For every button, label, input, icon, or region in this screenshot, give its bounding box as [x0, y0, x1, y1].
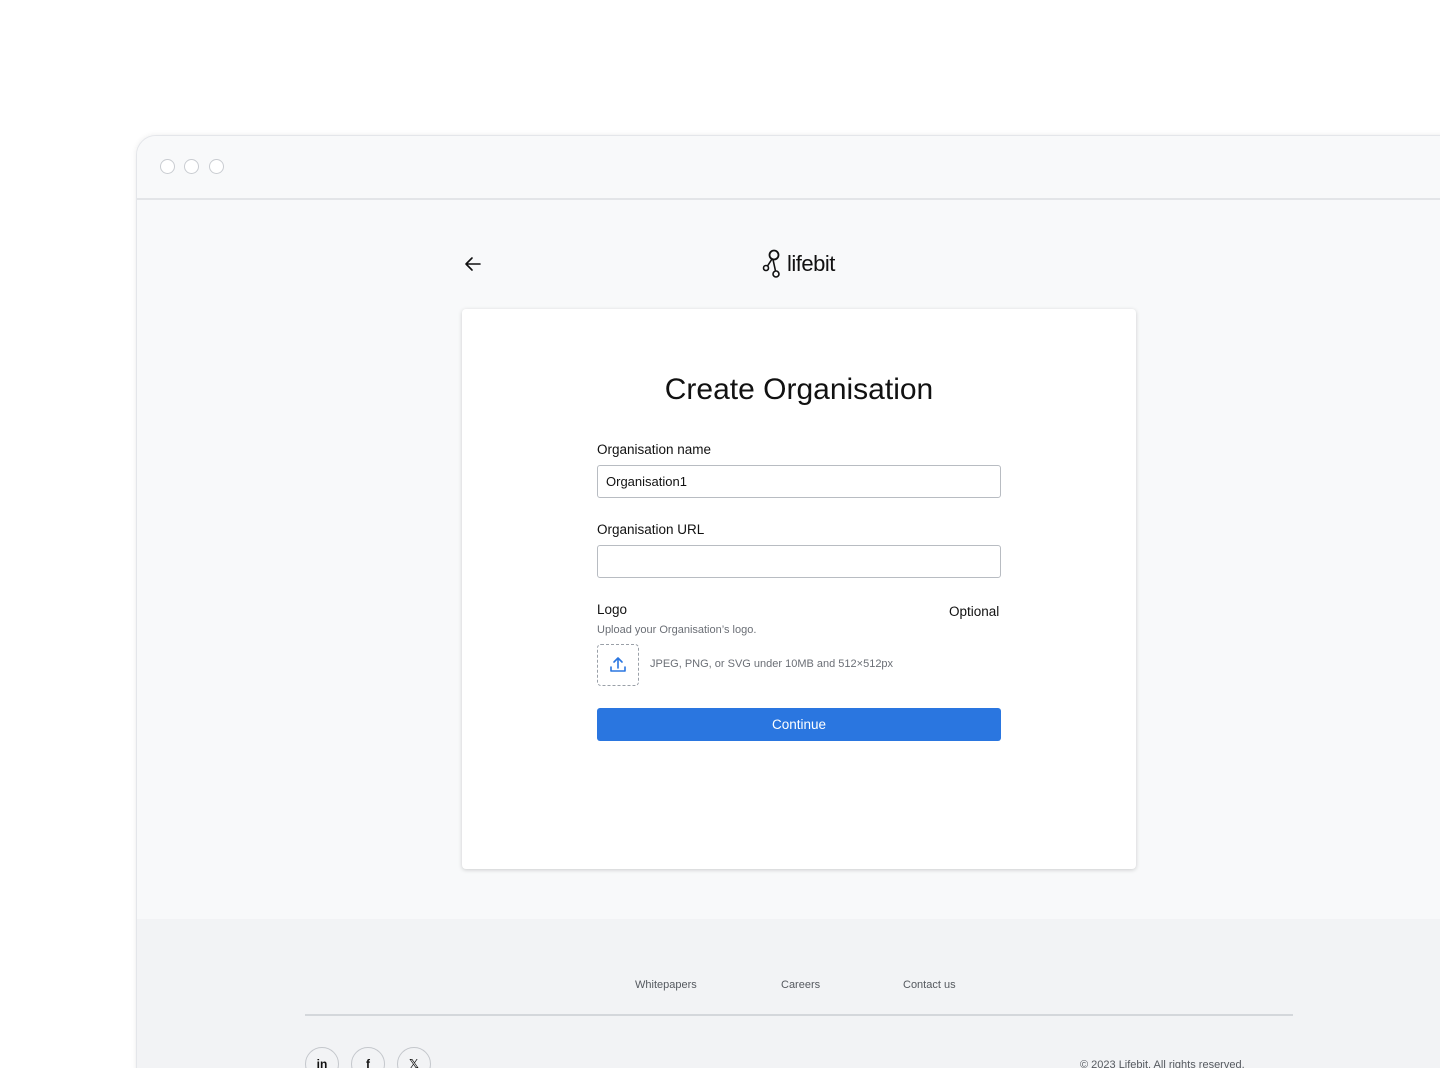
logo-upload-hint: JPEG, PNG, or SVG under 10MB and 512×512… [650, 658, 894, 670]
facebook-icon[interactable]: f [351, 1047, 385, 1068]
logo-label: Logo [597, 602, 628, 617]
upload-icon [610, 657, 626, 672]
logo-help-text: Upload your Organisation’s logo. [597, 624, 757, 636]
window-maximize-dot[interactable] [209, 159, 224, 174]
lifebit-logo-icon [762, 249, 780, 278]
lifebit-logo: lifebit [761, 248, 835, 280]
footer-divider [305, 1014, 1293, 1016]
optional-label: Optional [949, 604, 1000, 619]
footer: Whitepapers Careers Contact us in f 𝕏 © … [137, 919, 1440, 1068]
organisation-url-label: Organisation URL [597, 522, 705, 537]
linkedin-icon[interactable]: in [305, 1047, 339, 1068]
back-button[interactable] [462, 253, 484, 275]
footer-link-careers[interactable]: Careers [781, 979, 820, 991]
x-twitter-icon[interactable]: 𝕏 [397, 1047, 431, 1068]
create-organisation-card: Create Organisation Organisation name Or… [462, 309, 1136, 869]
arrow-left-icon [465, 257, 481, 271]
window-titlebar [137, 136, 1440, 200]
browser-window: lifebit Create Organisation Organisation… [136, 135, 1440, 1068]
organisation-url-input[interactable] [597, 545, 1001, 578]
logo-text: lifebit [787, 251, 835, 276]
organisation-name-label: Organisation name [597, 442, 712, 457]
page-title: Create Organisation [664, 373, 934, 406]
window-minimize-dot[interactable] [184, 159, 199, 174]
continue-button[interactable]: Continue [597, 708, 1001, 741]
logo-upload-button[interactable] [597, 644, 639, 686]
footer-link-contact-us[interactable]: Contact us [903, 979, 956, 991]
window-close-dot[interactable] [160, 159, 175, 174]
footer-link-whitepapers[interactable]: Whitepapers [635, 979, 697, 991]
organisation-name-input[interactable] [597, 465, 1001, 498]
copyright-text: © 2023 Lifebit. All rights reserved. [1080, 1059, 1245, 1068]
